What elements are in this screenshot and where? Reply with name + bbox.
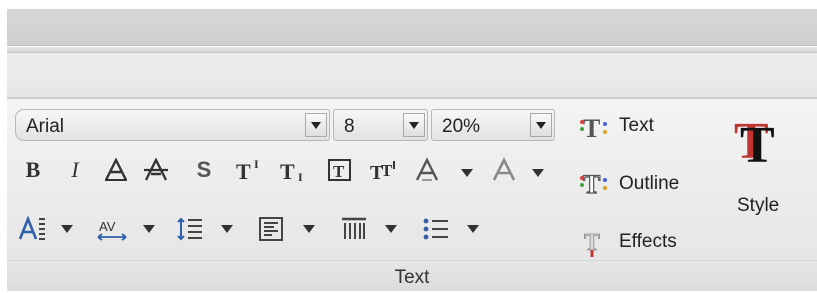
- font-size-value: 8: [344, 116, 355, 137]
- wordart-style-label[interactable]: Style: [737, 195, 779, 217]
- text-effects-icon[interactable]: [413, 155, 441, 185]
- svg-text:T: T: [583, 170, 600, 198]
- bold-icon[interactable]: B: [21, 155, 45, 185]
- italic-icon[interactable]: I: [65, 155, 85, 185]
- outline-a-icon[interactable]: [101, 155, 131, 185]
- svg-text:T: T: [280, 159, 295, 183]
- bullets-icon[interactable]: [421, 214, 451, 244]
- group-footer: Text: [7, 260, 817, 291]
- font-name-combo[interactable]: Arial: [15, 109, 330, 141]
- chevron-down-icon: [536, 121, 546, 129]
- strikethrough-a-icon[interactable]: [141, 155, 171, 185]
- char-spacing-icon[interactable]: AV: [95, 214, 129, 244]
- align-icon[interactable]: [257, 214, 287, 244]
- chevron-down-icon: [409, 121, 419, 129]
- char-format-icon[interactable]: [17, 214, 47, 244]
- bullets-dropdown-arrow[interactable]: [467, 225, 479, 233]
- ribbon-text-group: Arial 8 20% B I S TI TI T T T AV T Text …: [7, 98, 817, 291]
- svg-text:I: I: [298, 170, 303, 183]
- title-bar: [7, 9, 817, 46]
- char-spacing-dropdown-arrow[interactable]: [143, 225, 155, 233]
- wordart-effects-label[interactable]: Effects: [619, 231, 677, 253]
- char-format-dropdown-arrow[interactable]: [61, 225, 73, 233]
- line-spacing-icon[interactable]: [175, 214, 205, 244]
- font-size-combo[interactable]: 8: [333, 109, 428, 141]
- svg-text:T: T: [583, 114, 600, 142]
- svg-text:AV: AV: [99, 219, 116, 234]
- svg-text:I: I: [254, 157, 259, 171]
- columns-dropdown-arrow[interactable]: [385, 225, 397, 233]
- line-spacing-dropdown-arrow[interactable]: [221, 225, 233, 233]
- svg-text:T: T: [740, 117, 775, 166]
- app-window: Arial 8 20% B I S TI TI T T T AV T Text …: [0, 0, 817, 293]
- font-color-icon[interactable]: [491, 155, 517, 185]
- tabs-bar: [7, 53, 817, 98]
- percent-combo[interactable]: 20%: [431, 109, 555, 141]
- chevron-down-icon: [311, 121, 321, 129]
- font-name-value: Arial: [26, 116, 65, 137]
- svg-text:T: T: [333, 162, 345, 181]
- align-dropdown-arrow[interactable]: [303, 225, 315, 233]
- columns-icon[interactable]: [339, 214, 369, 244]
- svg-text:T: T: [236, 159, 251, 183]
- percent-value: 20%: [442, 116, 481, 137]
- shadow-s-icon[interactable]: S: [191, 155, 217, 185]
- wordart-outline-label[interactable]: Outline: [619, 173, 679, 195]
- text-effects-dropdown-arrow[interactable]: [461, 169, 473, 177]
- percent-dropdown-button[interactable]: [530, 113, 552, 137]
- wordart-text-icon[interactable]: T: [577, 111, 611, 143]
- wordart-outline-icon[interactable]: T: [577, 167, 611, 199]
- font-color-dropdown-arrow[interactable]: [532, 169, 544, 177]
- superscript-icon[interactable]: TI: [235, 155, 267, 185]
- subscript-icon[interactable]: TI: [279, 155, 311, 185]
- double-t-icon[interactable]: TT: [369, 155, 401, 185]
- group-label: Text: [394, 267, 430, 288]
- wordart-text-label[interactable]: Text: [619, 115, 654, 137]
- wordart-style-icon[interactable]: TT: [727, 105, 785, 167]
- boxed-t-icon[interactable]: T: [325, 155, 355, 185]
- wordart-effects-icon[interactable]: T: [577, 225, 611, 259]
- font-name-dropdown-button[interactable]: [305, 113, 327, 137]
- font-size-dropdown-button[interactable]: [403, 113, 425, 137]
- svg-text:T: T: [381, 161, 393, 180]
